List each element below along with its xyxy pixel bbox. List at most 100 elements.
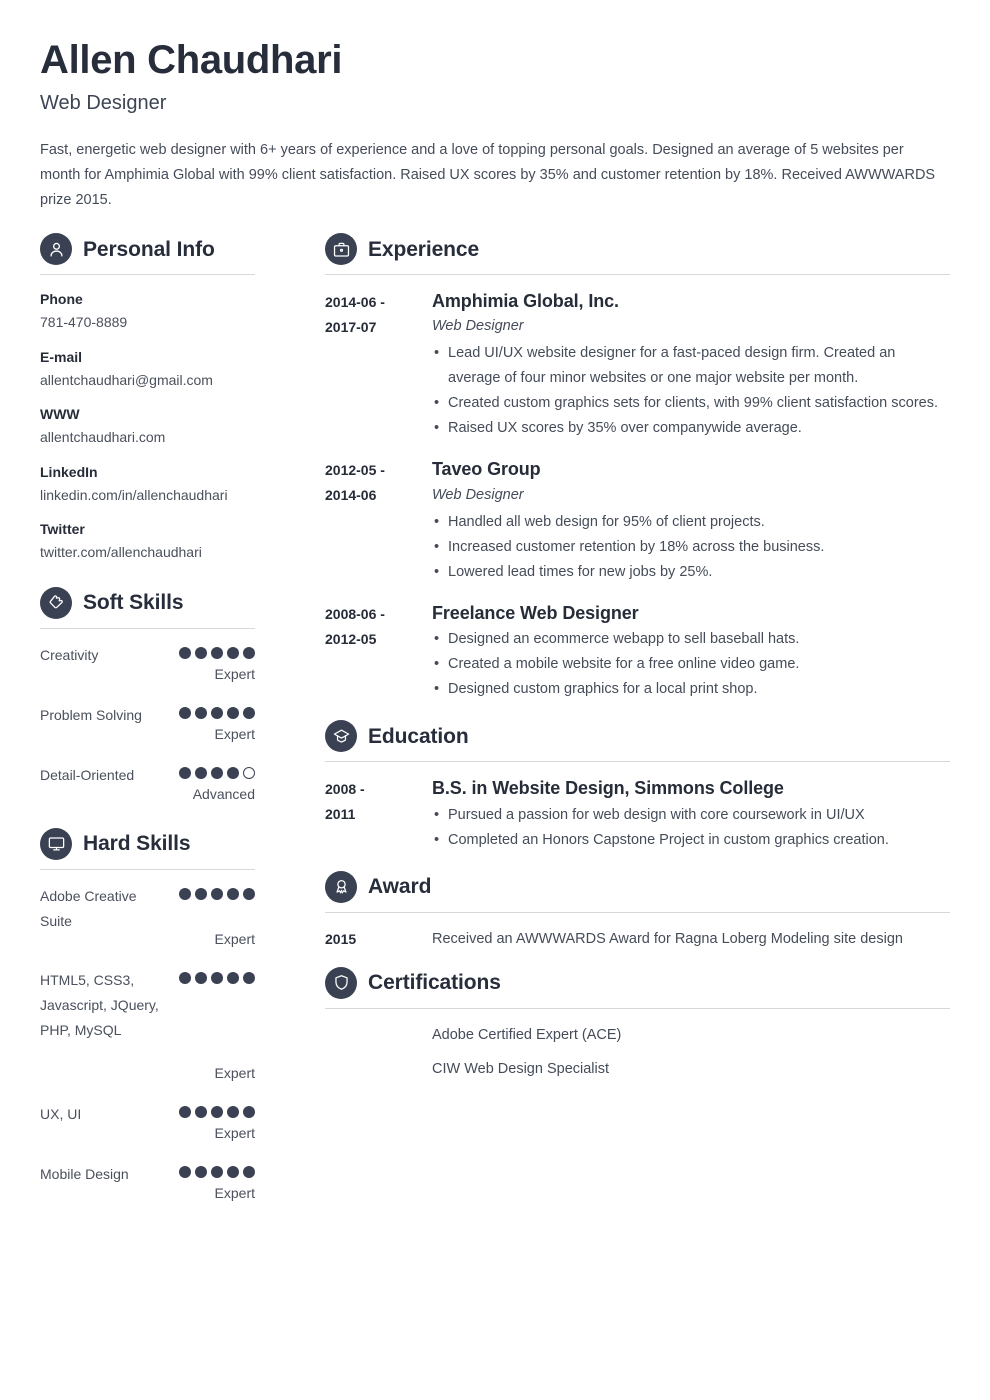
skill-rating-group: Expert	[179, 643, 255, 683]
entry-organization: Amphimia Global, Inc.	[432, 291, 619, 311]
section-header: Education	[325, 720, 950, 753]
rating-dot-filled	[211, 887, 223, 900]
bullet-item: Designed an ecommerce webapp to sell bas…	[432, 627, 950, 652]
skill-row: Adobe Creative Suite Expert	[40, 884, 255, 948]
experience-entry: 2012-05 - 2014-06 Taveo Group Web Design…	[325, 457, 950, 596]
entry-organization: Taveo Group	[432, 459, 541, 480]
entry-body: Taveo Group Web Designer Handled all web…	[432, 457, 950, 596]
rating-dot-filled	[211, 707, 223, 720]
rating-dot-filled	[195, 1105, 207, 1118]
section-divider	[325, 1007, 950, 1009]
entry-date: 2014-06 - 2017-07	[325, 289, 432, 340]
bullet-item: Created custom graphics sets for clients…	[432, 391, 950, 416]
skill-row: Mobile Design Expert	[40, 1162, 255, 1202]
experience-entry: 2008-06 - 2012-05 Freelance Web Designer…	[325, 601, 950, 714]
entry-role: Web Designer	[432, 318, 524, 335]
left-column: Personal Info Phone 781-470-8889 E-mail …	[40, 233, 290, 1222]
skill-row: Problem Solving Expert	[40, 703, 255, 743]
rating-dot-filled	[195, 646, 207, 659]
entry-date: 2008 - 2011	[325, 776, 432, 827]
skill-level: Expert	[214, 1185, 255, 1202]
resume-page: Allen Chaudhari Web Designer Fast, energ…	[0, 0, 990, 1400]
section-certifications: Certifications Adobe Certified Expert (A…	[325, 966, 950, 1091]
skill-rating-group: Expert	[179, 703, 255, 743]
shield-icon	[325, 966, 357, 999]
skill-name: Mobile Design	[40, 1166, 129, 1183]
rating-dot-filled	[211, 767, 223, 780]
skill-name: UX, UI	[40, 1105, 82, 1122]
bullet-item: Lead UI/UX website designer for a fast-p…	[432, 341, 950, 391]
section-title: Award	[368, 875, 432, 899]
user-icon	[40, 233, 72, 265]
personal-info-item: Twitter twitter.com/allenchaudhari	[40, 519, 255, 563]
section-header: Experience	[325, 233, 950, 265]
skill-level: Advanced	[192, 786, 255, 803]
section-experience: Experience 2014-06 - 2017-07 Amphimia Gl…	[325, 233, 950, 714]
resume-header: Allen Chaudhari Web Designer Fast, energ…	[40, 40, 950, 213]
skill-name: Adobe Creative Suite	[40, 887, 137, 929]
entry-date-line: 2008-06 -	[325, 605, 385, 622]
right-column: Experience 2014-06 - 2017-07 Amphimia Gl…	[290, 233, 950, 1097]
skill-name: Creativity	[40, 646, 99, 663]
rating-dot-filled	[179, 971, 191, 984]
personal-info-label: E-mail	[40, 348, 83, 365]
certification-text: Adobe Certified Expert (ACE)	[432, 1026, 622, 1043]
bullet-item: Handled all web design for 95% of client…	[432, 510, 950, 535]
section-title: Experience	[368, 237, 480, 261]
skill-level: Expert	[214, 930, 255, 947]
certification-entry: CIW Web Design Specialist	[325, 1057, 950, 1091]
skill-row: Detail-Oriented Advanced	[40, 763, 255, 803]
rating-dot-filled	[243, 1105, 255, 1118]
rating-dot-filled	[227, 646, 239, 659]
rating-dots	[179, 707, 255, 720]
puzzle-piece-icon	[40, 586, 72, 619]
skill-rating-group: Expert	[179, 968, 255, 1082]
section-title: Education	[368, 724, 469, 748]
rating-dot-filled	[195, 767, 207, 780]
section-header: Award	[325, 870, 950, 903]
rating-dots	[179, 646, 255, 659]
certification-text: CIW Web Design Specialist	[432, 1060, 610, 1077]
section-title: Certifications	[368, 971, 501, 995]
award-text: Received an AWWWARDS Award for Ragna Lob…	[432, 930, 903, 947]
entry-date: 2015	[325, 930, 357, 947]
section-divider	[40, 868, 255, 870]
personal-info-label: Phone	[40, 291, 83, 307]
entry-bullets: Lead UI/UX website designer for a fast-p…	[432, 341, 950, 441]
skill-rating-group: Expert	[179, 1162, 255, 1202]
certification-entry: Adobe Certified Expert (ACE)	[325, 1023, 950, 1057]
section-header: Hard Skills	[40, 827, 255, 860]
rating-dot-filled	[179, 767, 191, 780]
rating-dot-filled	[243, 887, 255, 900]
personal-info-value: twitter.com/allenchaudhari	[40, 544, 202, 561]
entry-bullets: Handled all web design for 95% of client…	[432, 510, 950, 585]
section-divider	[325, 911, 950, 913]
rating-dot-filled	[211, 1105, 223, 1118]
section-header: Soft Skills	[40, 586, 255, 619]
entry-body: Freelance Web Designer Designed an ecomm…	[432, 601, 950, 714]
personal-info-item: Phone 781-470-8889	[40, 289, 255, 333]
section-divider	[325, 761, 950, 763]
professional-summary: Fast, energetic web designer with 6+ yea…	[40, 142, 936, 208]
rating-dot-filled	[211, 1166, 223, 1179]
section-education: Education 2008 - 2011 B.S. in Website De…	[325, 720, 950, 864]
entry-date-line: 2012-05	[325, 630, 377, 647]
rating-dot-filled	[195, 707, 207, 720]
entry-body: Adobe Certified Expert (ACE)	[432, 1023, 950, 1057]
education-entry: 2008 - 2011 B.S. in Website Design, Simm…	[325, 776, 950, 864]
resume-columns: Personal Info Phone 781-470-8889 E-mail …	[40, 233, 950, 1222]
award-medal-icon	[325, 870, 357, 903]
rating-dot-filled	[227, 887, 239, 900]
entry-date-line: 2012-05 -	[325, 462, 385, 479]
entry-date-line: 2008 -	[325, 781, 365, 798]
section-title: Soft Skills	[83, 591, 184, 615]
skill-level: Expert	[214, 665, 255, 682]
skill-name: Detail-Oriented	[40, 767, 135, 784]
rating-dot-filled	[179, 1166, 191, 1179]
rating-dot-filled	[243, 646, 255, 659]
entry-role: Web Designer	[432, 486, 524, 503]
graduation-cap-icon	[325, 720, 357, 753]
entry-date-line: 2017-07	[325, 319, 377, 335]
monitor-icon	[40, 827, 72, 860]
bullet-item: Pursued a passion for web design with co…	[432, 803, 950, 828]
